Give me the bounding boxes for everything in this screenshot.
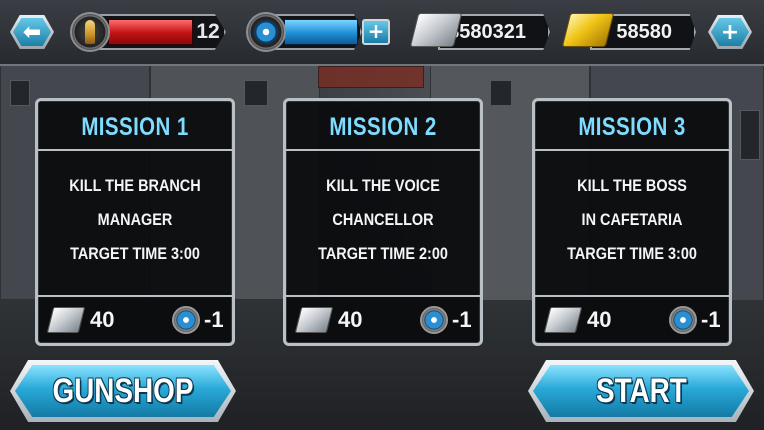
gold-bar-icon [561,13,615,47]
mission-reward: 40 [90,307,115,332]
divider [535,149,729,151]
divider [535,295,729,297]
gear-icon [420,306,448,334]
mission-title: MISSION 3 [578,113,686,141]
gear-icon [246,12,286,52]
mission-description-line: KILL THE VOICE [326,176,440,195]
mission-energy-cost: -1 [452,307,472,332]
start-label: START [595,371,687,410]
mission-reward: 40 [338,307,363,332]
silver-bar-icon [46,307,86,333]
mission-target-time: TARGET TIME 2:00 [318,244,448,263]
ammo-bar [108,19,193,45]
divider [38,295,232,297]
window [740,110,760,160]
mission-target-time: TARGET TIME 3:00 [567,244,697,263]
silver-bar-icon [543,307,583,333]
window [244,80,268,106]
add-energy-button[interactable]: + [362,19,390,45]
energy-bar [284,19,358,45]
mission-energy-cost: -1 [701,307,721,332]
ammo-count: 12 [196,20,220,43]
divider [286,295,480,297]
divider [286,149,480,151]
mission-card-1[interactable]: MISSION 1 KILL THE BRANCH MANAGER TARGET… [35,98,235,346]
mission-title: MISSION 2 [329,113,437,141]
back-button[interactable]: ⬅ [10,15,54,49]
gold-value: 58580 [616,21,672,43]
bullet-icon [70,12,110,52]
plus-icon: + [711,18,749,46]
mission-target-time: TARGET TIME 3:00 [70,244,200,263]
mission-description-line: KILL THE BOSS [577,176,687,195]
gear-icon [669,306,697,334]
mission-description-line: IN CAFETARIA [581,210,683,229]
start-button[interactable]: START [528,360,754,422]
mission-card-2[interactable]: MISSION 2 KILL THE VOICE CHANCELLOR TARG… [283,98,483,346]
top-bar: ⬅ 12 + 58580321 58580 + [0,0,764,66]
mission-card-3[interactable]: MISSION 3 KILL THE BOSS IN CAFETARIA TAR… [532,98,732,346]
mission-title: MISSION 1 [81,113,189,141]
add-currency-button[interactable]: + [708,15,752,49]
window [10,80,30,106]
mission-description-line: KILL THE BRANCH [69,176,201,195]
gunshop-button[interactable]: GUNSHOP [10,360,236,422]
window [490,80,512,106]
silver-bar-icon [409,13,463,47]
mission-energy-cost: -1 [204,307,224,332]
mission-description-line: MANAGER [97,210,173,229]
mission-reward: 40 [587,307,612,332]
shop-sign [318,66,424,88]
divider [38,149,232,151]
silver-bar-icon [294,307,334,333]
mission-description-line: CHANCELLOR [332,210,434,229]
arrow-left-icon: ⬅ [13,18,51,46]
gear-icon [172,306,200,334]
gunshop-label: GUNSHOP [52,371,194,410]
